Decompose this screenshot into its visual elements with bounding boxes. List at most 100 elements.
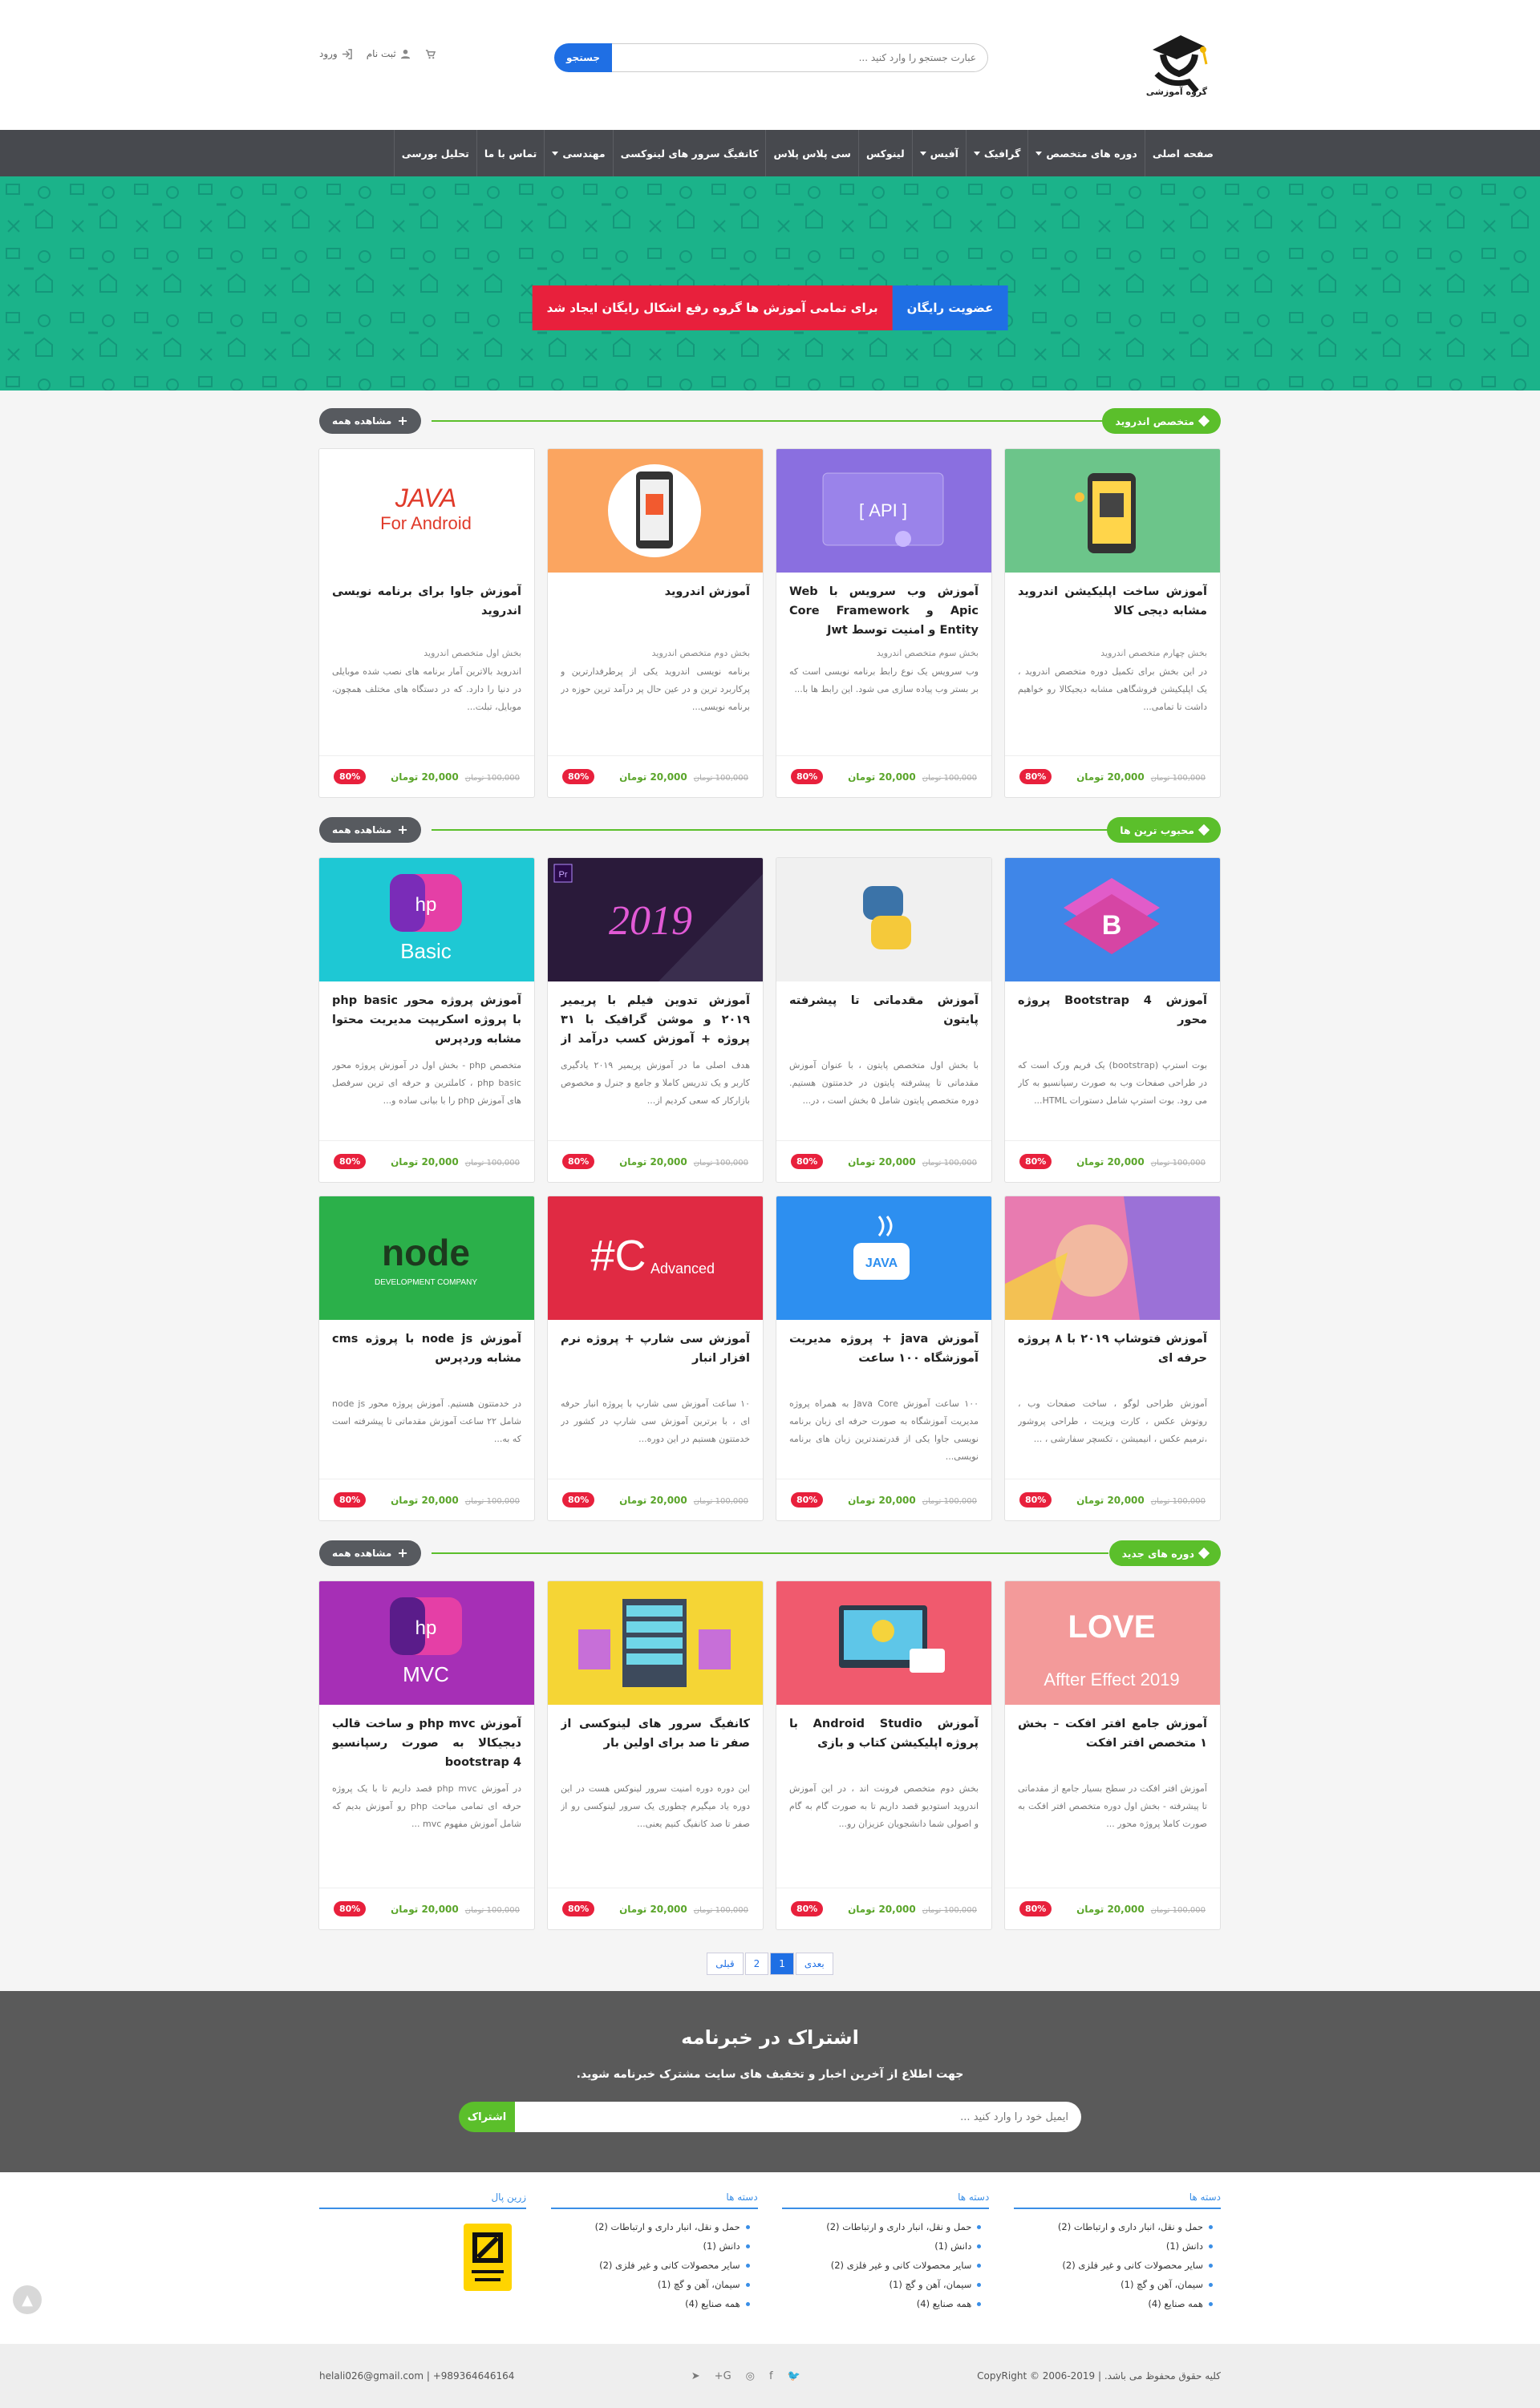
- course-card[interactable]: آموزش ساخت اپلیکیشن اندروید مشابه دیجی ک…: [1004, 448, 1221, 798]
- login-link[interactable]: ورود: [319, 48, 352, 59]
- course-card[interactable]: B آموزش Bootstrap 4 پروژه محور بوت استرپ…: [1004, 857, 1221, 1183]
- course-title[interactable]: آموزش Bootstrap 4 پروژه محور: [1018, 991, 1207, 1052]
- course-title[interactable]: آموزش مقدماتی تا پیشرفته پایتون: [789, 991, 979, 1052]
- course-thumbnail[interactable]: [548, 1581, 763, 1705]
- footer-link[interactable]: حمل و نقل، انبار داری و ارتباطات (2): [782, 2217, 982, 2236]
- course-title[interactable]: آموزش پروژه محور php basic با پروژه اسکر…: [332, 991, 521, 1052]
- course-thumbnail[interactable]: [1005, 449, 1220, 573]
- footer-link[interactable]: سیمان، آهن و گچ (1): [1014, 2275, 1213, 2294]
- view-all-button[interactable]: + مشاهده همه: [319, 817, 421, 843]
- course-thumbnail[interactable]: node DEVELOPMENT COMPANY: [319, 1196, 534, 1320]
- course-title[interactable]: آموزش Android Studio با پروژه اپلیکیشن ک…: [789, 1714, 979, 1775]
- footer-link[interactable]: دانش (1): [782, 2236, 982, 2256]
- nav-item[interactable]: گرافیک: [965, 130, 1027, 176]
- newsletter-subscribe-button[interactable]: اشتراک: [459, 2102, 515, 2132]
- course-card[interactable]: LOVE Affter Effect 2019 آموزش جامع افتر ا…: [1004, 1580, 1221, 1930]
- course-card[interactable]: JAVA For Android آموزش جاوا برای برنامه ن…: [318, 448, 535, 798]
- register-link[interactable]: ثبت نام: [367, 48, 411, 59]
- course-card[interactable]: آموزش مقدماتی تا پیشرفته پایتون با بخش ا…: [776, 857, 992, 1183]
- pager-page-1[interactable]: 1: [770, 1953, 794, 1975]
- course-thumbnail[interactable]: [1005, 1196, 1220, 1320]
- footer-link[interactable]: همه صنایع (4): [551, 2294, 750, 2313]
- nav-item[interactable]: تماس با ما: [476, 130, 545, 176]
- course-title[interactable]: آموزش فتوشاپ ۲۰۱۹ با ۸ پروژه حرفه ای: [1018, 1329, 1207, 1390]
- course-card[interactable]: 2019 Pr آموزش تدوین فیلم با پریمیر ۲۰۱۹ و…: [547, 857, 764, 1183]
- instagram-icon[interactable]: ◎: [746, 2370, 755, 2382]
- course-title[interactable]: آموزش جاوا برای برنامه نویسی اندروید: [332, 582, 521, 643]
- pager-prev[interactable]: قبلی: [707, 1953, 744, 1975]
- zarinpal-badge[interactable]: [464, 2224, 513, 2291]
- course-card[interactable]: hp Basic آموزش پروژه محور php basic با پر…: [318, 857, 535, 1183]
- nav-item[interactable]: آفیس: [911, 130, 966, 176]
- course-title[interactable]: آموزش تدوین فیلم با پریمیر ۲۰۱۹ و موشن گ…: [561, 991, 750, 1052]
- nav-item[interactable]: تحلیل بورسی: [393, 130, 476, 176]
- course-card[interactable]: [ API ] آموزش وب سرویس با Web Apic و Cor…: [776, 448, 992, 798]
- footer-link[interactable]: سایر محصولات کانی و غیر فلزی (2): [551, 2256, 750, 2275]
- course-card[interactable]: hp MVC آموزش php mvc و ساخت قالب دیجیکالا…: [318, 1580, 535, 1930]
- course-title[interactable]: آموزش اندروید: [561, 582, 750, 643]
- course-thumbnail[interactable]: JAVA: [776, 1196, 991, 1320]
- twitter-icon[interactable]: 🐦: [788, 2370, 800, 2382]
- telegram-icon[interactable]: ➤: [691, 2370, 700, 2382]
- course-title[interactable]: کانفیگ سرور های لینوکسی از صفر تا صد برا…: [561, 1714, 750, 1775]
- pager-next[interactable]: بعدی: [795, 1953, 833, 1975]
- scroll-top-button[interactable]: ▲: [13, 2285, 42, 2314]
- course-thumbnail[interactable]: [548, 449, 763, 573]
- course-thumbnail[interactable]: [ API ]: [776, 449, 991, 573]
- footer-link[interactable]: همه صنایع (4): [782, 2294, 982, 2313]
- course-title[interactable]: آموزش سی شارپ + پروژه نرم افزار انبار: [561, 1329, 750, 1390]
- section-title[interactable]: متخصص اندروید: [1102, 408, 1221, 434]
- google-plus-icon[interactable]: G+: [715, 2370, 732, 2382]
- course-card[interactable]: C# Advanced آموزش سی شارپ + پروژه نرم افز…: [547, 1196, 764, 1521]
- footer-link[interactable]: سایر محصولات کانی و غیر فلزی (2): [1014, 2256, 1213, 2275]
- course-thumbnail[interactable]: JAVA For Android: [319, 449, 534, 573]
- footer-link[interactable]: سایر محصولات کانی و غیر فلزی (2): [782, 2256, 982, 2275]
- course-title[interactable]: آموزش php mvc و ساخت قالب دیجیکالا به صو…: [332, 1714, 521, 1775]
- course-card[interactable]: کانفیگ سرور های لینوکسی از صفر تا صد برا…: [547, 1580, 764, 1930]
- footer-link[interactable]: سیمان، آهن و گچ (1): [551, 2275, 750, 2294]
- search-input[interactable]: [612, 43, 988, 72]
- nav-item[interactable]: مهندسی: [544, 130, 612, 176]
- footer-link[interactable]: حمل و نقل، انبار داری و ارتباطات (2): [551, 2217, 750, 2236]
- view-all-button[interactable]: + مشاهده همه: [319, 1540, 421, 1566]
- chevron-down-icon: [919, 151, 926, 156]
- course-title[interactable]: آموزش جامع افتر افکت – بخش ۱ متخصص افتر …: [1018, 1714, 1207, 1775]
- footer-link[interactable]: سیمان، آهن و گچ (1): [782, 2275, 982, 2294]
- nav-item[interactable]: صفحه اصلی: [1144, 130, 1221, 176]
- course-thumbnail[interactable]: C# Advanced: [548, 1196, 763, 1320]
- course-thumbnail[interactable]: [776, 1581, 991, 1705]
- newsletter-email-input[interactable]: [515, 2102, 1081, 2132]
- course-title[interactable]: آموزش وب سرویس با Web Apic و Core Framew…: [789, 582, 979, 643]
- view-all-button[interactable]: + مشاهده همه: [319, 408, 421, 434]
- course-card[interactable]: آموزش Android Studio با پروژه اپلیکیشن ک…: [776, 1580, 992, 1930]
- course-card[interactable]: آموزش اندروید بخش دوم متخصص اندروید برنا…: [547, 448, 764, 798]
- course-title[interactable]: آموزش ساخت اپلیکیشن اندروید مشابه دیجی ک…: [1018, 582, 1207, 643]
- cart-link[interactable]: [425, 49, 436, 59]
- section-title[interactable]: محبوب ترین ها: [1107, 817, 1221, 843]
- section-title[interactable]: دوره های جدید: [1108, 1540, 1221, 1566]
- search-button[interactable]: جستجو: [554, 43, 612, 72]
- course-title[interactable]: آموزش node js با پروژه cms مشابه وردپرس: [332, 1329, 521, 1390]
- course-thumbnail[interactable]: B: [1005, 858, 1220, 981]
- footer-link[interactable]: دانش (1): [551, 2236, 750, 2256]
- footer-link[interactable]: حمل و نقل، انبار داری و ارتباطات (2): [1014, 2217, 1213, 2236]
- facebook-icon[interactable]: f: [769, 2370, 773, 2382]
- footer-link[interactable]: همه صنایع (4): [1014, 2294, 1213, 2313]
- course-thumbnail[interactable]: hp Basic: [319, 858, 534, 981]
- course-card[interactable]: JAVA آموزش java + پروژه مدیریت آموزشگاه …: [776, 1196, 992, 1521]
- course-thumbnail[interactable]: [776, 858, 991, 981]
- course-card[interactable]: node DEVELOPMENT COMPANY آموزش node js با…: [318, 1196, 535, 1521]
- nav-item[interactable]: کانفیگ سرور های لینوکسی: [612, 130, 766, 176]
- nav-item-label: سی پلاس پلاس: [773, 147, 851, 160]
- course-title[interactable]: آموزش java + پروژه مدیریت آموزشگاه ۱۰۰ س…: [789, 1329, 979, 1390]
- nav-item[interactable]: لینوکس: [857, 130, 912, 176]
- footer-link[interactable]: دانش (1): [1014, 2236, 1213, 2256]
- nav-item[interactable]: سی پلاس پلاس: [765, 130, 858, 176]
- nav-item[interactable]: دوره های متخصص: [1027, 130, 1145, 176]
- free-membership-button[interactable]: عضویت رایگان: [892, 285, 1008, 330]
- pager-page-2[interactable]: 2: [744, 1953, 769, 1975]
- course-thumbnail[interactable]: LOVE Affter Effect 2019: [1005, 1581, 1220, 1705]
- course-thumbnail[interactable]: 2019 Pr: [548, 858, 763, 981]
- course-card[interactable]: آموزش فتوشاپ ۲۰۱۹ با ۸ پروژه حرفه ای آمو…: [1004, 1196, 1221, 1521]
- course-thumbnail[interactable]: hp MVC: [319, 1581, 534, 1705]
